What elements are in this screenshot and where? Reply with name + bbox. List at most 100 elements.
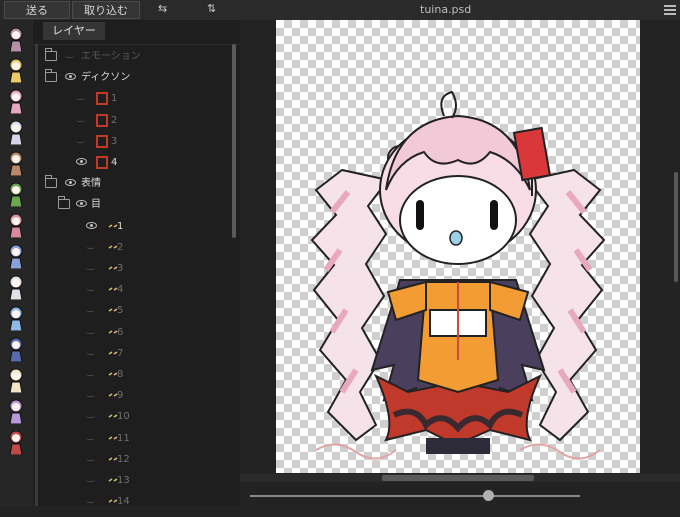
visibility-eye-icon[interactable] (76, 158, 87, 165)
layer-row[interactable]: 3 (33, 131, 233, 152)
visibility-eye-icon[interactable] (65, 179, 76, 187)
layer-row[interactable]: 2 (33, 237, 233, 258)
layer-thumbnail (95, 91, 109, 106)
visibility-off-icon[interactable] (86, 266, 95, 270)
visibility-off-icon[interactable] (65, 54, 74, 58)
character-strip (0, 20, 33, 506)
character-illustration (310, 90, 606, 460)
folder-icon (58, 196, 70, 210)
flip-vertical-icon[interactable]: ⇅ (207, 2, 216, 15)
layer-row[interactable]: 13 (33, 470, 233, 491)
layer-label: 3 (117, 263, 124, 274)
visibility-off-icon[interactable] (76, 118, 85, 122)
character-thumbnail[interactable] (3, 26, 29, 53)
visibility-off-icon[interactable] (76, 139, 85, 143)
layer-label: 8 (117, 369, 124, 380)
layer-row[interactable]: 4 (33, 152, 233, 173)
layer-label: 14 (117, 496, 130, 508)
layer-folder-row[interactable]: ディクソン (33, 67, 233, 88)
character-thumbnail[interactable] (3, 398, 29, 425)
layer-folder-row[interactable]: 表情 (33, 173, 233, 194)
hamburger-menu-icon[interactable] (664, 5, 676, 17)
character-thumbnail[interactable] (3, 243, 29, 270)
layer-label: エモーション (81, 51, 141, 62)
character-thumbnail[interactable] (3, 274, 29, 301)
flip-horizontal-icon[interactable]: ⇆ (158, 2, 167, 15)
layer-label: 11 (117, 432, 130, 444)
character-thumbnail[interactable] (3, 181, 29, 208)
document-canvas[interactable] (276, 20, 640, 473)
character-thumbnail[interactable] (3, 88, 29, 115)
layer-row[interactable]: 7 (33, 343, 233, 364)
layer-row[interactable]: 11 (33, 428, 233, 449)
canvas-vertical-scrollbar[interactable] (674, 172, 678, 282)
top-toolbar: 送る 取り込む ⇆ ⇅ tuina.psd (0, 0, 680, 20)
character-thumbnail[interactable] (3, 336, 29, 363)
folder-icon (45, 175, 57, 189)
canvas-horizontal-scrollbar[interactable] (382, 475, 534, 481)
layer-row[interactable]: 9 (33, 385, 233, 406)
layer-row[interactable]: 1 (33, 88, 233, 109)
layer-thumbnail (95, 113, 109, 128)
layer-row[interactable]: 12 (33, 449, 233, 470)
layer-row[interactable]: 14 (33, 491, 233, 512)
visibility-off-icon[interactable] (86, 499, 95, 504)
folder-icon (45, 69, 57, 83)
visibility-off-icon[interactable] (86, 436, 95, 440)
visibility-off-icon[interactable] (86, 351, 95, 355)
character-thumbnail[interactable] (3, 367, 29, 394)
layer-row[interactable]: 1 (33, 216, 233, 237)
visibility-off-icon[interactable] (76, 96, 85, 101)
visibility-eye-icon[interactable] (76, 200, 87, 208)
layer-label: 5 (117, 305, 124, 317)
visibility-eye-icon[interactable] (65, 73, 76, 81)
layer-panel: レイヤー エモーション ディクソン 1 2 3 4 表情目 1 2 3 4 5 6 7 8 9 10 11 12 13… (33, 20, 240, 507)
visibility-off-icon[interactable] (86, 393, 95, 398)
visibility-off-icon[interactable] (86, 372, 95, 376)
layer-row[interactable]: 4 (33, 279, 233, 300)
layer-row[interactable]: 3 (33, 258, 233, 279)
character-thumbnail[interactable] (3, 212, 29, 239)
layer-panel-scrollbar[interactable] (232, 44, 236, 238)
character-thumbnail[interactable] (3, 57, 29, 84)
layer-row[interactable]: 6 (33, 322, 233, 343)
layer-label: 1 (111, 93, 118, 105)
layer-row[interactable]: 5 (33, 300, 233, 321)
layer-label: 12 (117, 453, 130, 465)
layer-folder-row[interactable]: エモーション (33, 46, 233, 67)
layer-label: 3 (111, 135, 118, 147)
send-button[interactable]: 送る (4, 1, 70, 19)
visibility-off-icon[interactable] (86, 287, 95, 292)
layer-thumbnail (95, 155, 109, 170)
visibility-off-icon[interactable] (86, 457, 95, 461)
visibility-off-icon[interactable] (86, 308, 95, 313)
character-thumbnail[interactable] (3, 150, 29, 177)
layer-label: 10 (117, 411, 130, 423)
layer-row[interactable]: 10 (33, 406, 233, 427)
document-title: tuina.psd (420, 3, 472, 16)
visibility-off-icon[interactable] (86, 245, 95, 249)
layer-label: 2 (117, 241, 124, 253)
layer-label: 目 (91, 199, 101, 211)
layer-label: 9 (117, 390, 124, 402)
layer-label: 7 (117, 347, 124, 359)
tab-layers[interactable]: レイヤー (43, 22, 105, 40)
character-thumbnail[interactable] (3, 305, 29, 332)
character-thumbnail[interactable] (3, 429, 29, 456)
layer-row[interactable]: 2 (33, 110, 233, 131)
visibility-eye-icon[interactable] (86, 221, 97, 229)
layer-label: 4 (111, 157, 118, 168)
folder-icon (45, 48, 57, 61)
import-button[interactable]: 取り込む (72, 1, 140, 19)
character-thumbnail[interactable] (3, 119, 29, 146)
layer-thumbnail (95, 134, 109, 149)
layer-label: 2 (111, 114, 118, 126)
zoom-slider-handle[interactable] (482, 490, 494, 501)
visibility-off-icon[interactable] (86, 330, 95, 334)
layer-folder-row[interactable]: 目 (33, 194, 233, 215)
layer-row[interactable]: 8 (33, 364, 233, 385)
divider (33, 44, 240, 45)
visibility-off-icon[interactable] (86, 478, 95, 482)
visibility-off-icon[interactable] (86, 414, 95, 419)
zoom-slider[interactable] (250, 495, 580, 497)
